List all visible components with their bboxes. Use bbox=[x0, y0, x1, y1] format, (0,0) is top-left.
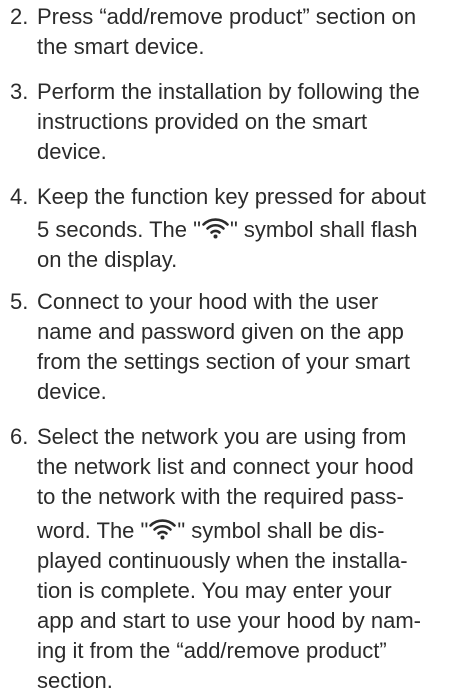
step-text-line: name and password given on the app bbox=[37, 319, 404, 344]
step-text-line: Perform the installation by following th… bbox=[37, 79, 420, 104]
step-text-line: device. bbox=[37, 139, 107, 164]
step-text-line: 5 seconds. The " " symbol shall flash bbox=[37, 217, 418, 242]
step-text-line: section. bbox=[37, 668, 113, 693]
step-number: 5. bbox=[10, 289, 29, 314]
step-text-line: device. bbox=[37, 379, 107, 404]
step-text-line: from the settings section of your smart bbox=[37, 349, 410, 374]
step-text-line: Press “add/remove product” section on bbox=[37, 4, 417, 29]
wifi-icon bbox=[149, 518, 177, 540]
step-text-line: ing it from the “add/remove product” bbox=[37, 638, 387, 663]
step-text-line: the smart device. bbox=[37, 34, 205, 59]
step-number: 3. bbox=[10, 79, 29, 104]
step-text-line: word. The " " symbol shall be dis- bbox=[37, 518, 385, 543]
step-text-line: the network list and connect your hood bbox=[37, 454, 414, 479]
step-number: 4. bbox=[10, 184, 29, 209]
instruction-page: 2. Press “add/remove product” section on… bbox=[0, 0, 469, 693]
step-text-line: instructions provided on the smart bbox=[37, 109, 368, 134]
step-text-line: on the display. bbox=[37, 247, 178, 272]
step-text-line: Select the network you are using from bbox=[37, 424, 407, 449]
step-number: 6. bbox=[10, 424, 29, 449]
step-text-line: to the network with the required pass- bbox=[37, 484, 404, 509]
step-number: 2. bbox=[10, 4, 29, 29]
step-text-line: app and start to use your hood by nam- bbox=[37, 608, 422, 633]
wifi-icon bbox=[202, 217, 229, 239]
step-text-line: tion is complete. You may enter your bbox=[37, 578, 392, 603]
step-text-line: played continuously when the installa- bbox=[37, 548, 408, 573]
step-text-line: Keep the function key pressed for about bbox=[37, 184, 426, 209]
step-text-line: Connect to your hood with the user bbox=[37, 289, 379, 314]
